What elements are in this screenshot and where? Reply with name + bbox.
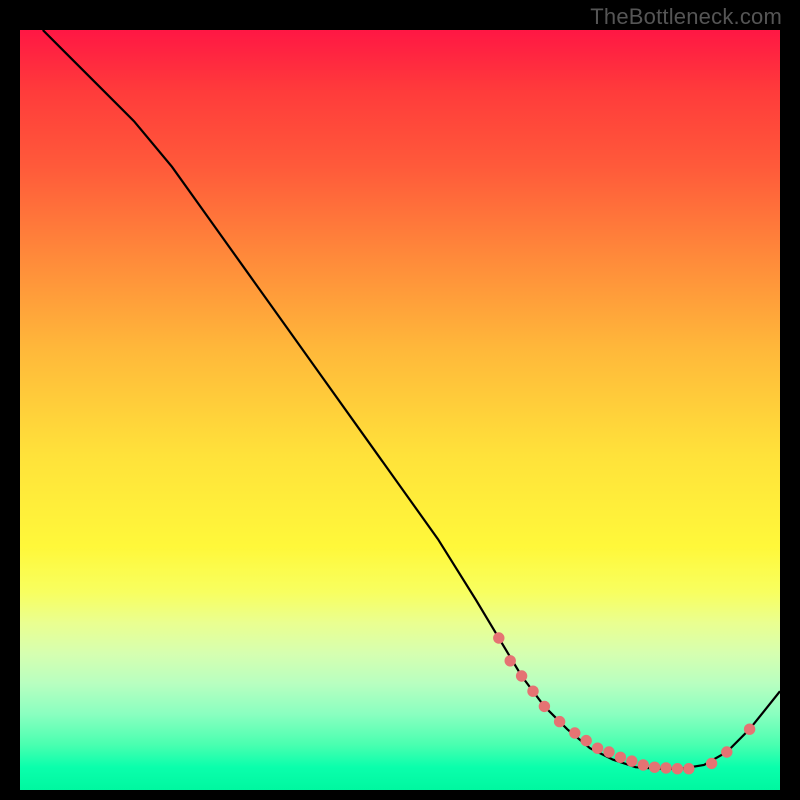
highlight-dot xyxy=(569,727,580,738)
chart-plot-area xyxy=(20,30,780,790)
highlight-dot xyxy=(592,743,603,754)
highlight-dot xyxy=(744,724,755,735)
highlight-dot xyxy=(638,759,649,770)
highlight-dot xyxy=(603,746,614,757)
highlight-dot xyxy=(660,762,671,773)
highlight-dot xyxy=(672,763,683,774)
highlight-dot xyxy=(539,701,550,712)
highlight-dot xyxy=(527,686,538,697)
highlight-dot xyxy=(516,670,527,681)
chart-highlight-dots xyxy=(20,30,780,790)
highlight-dot xyxy=(581,735,592,746)
chart-curve xyxy=(20,30,780,790)
highlight-dot xyxy=(615,752,626,763)
highlight-dot xyxy=(706,758,717,769)
highlight-dot xyxy=(721,746,732,757)
highlight-dot xyxy=(554,716,565,727)
highlight-dot xyxy=(493,632,504,643)
highlight-dot xyxy=(626,755,637,766)
highlight-dot xyxy=(649,762,660,773)
highlight-dot xyxy=(683,763,694,774)
highlight-dot xyxy=(505,655,516,666)
attribution-text: TheBottleneck.com xyxy=(590,4,782,30)
